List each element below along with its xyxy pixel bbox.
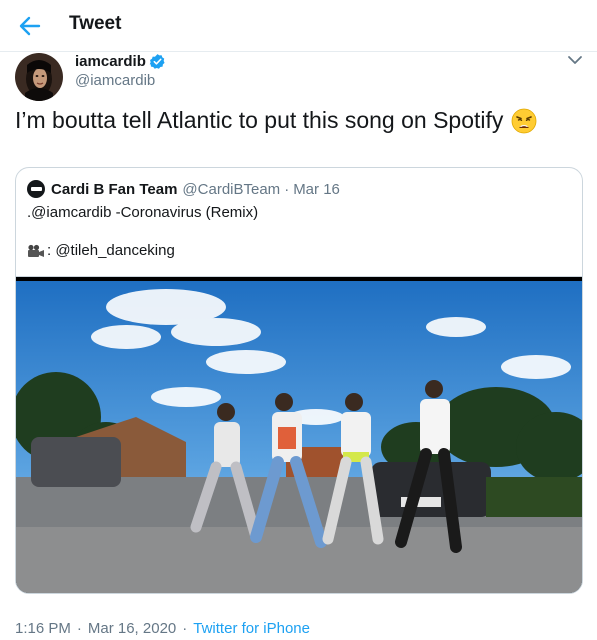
name-row: iamcardib — [75, 53, 166, 70]
tweet-date[interactable]: Mar 16, 2020 — [88, 620, 176, 637]
arrow-left-icon — [19, 16, 41, 36]
avatar[interactable] — [15, 53, 63, 101]
verified-badge-icon — [149, 54, 165, 69]
user-handle[interactable]: @iamcardib — [75, 72, 155, 89]
top-header: Tweet — [0, 0, 597, 52]
quoted-text-line1: .@iamcardib -Coronavirus (Remix) — [27, 204, 259, 221]
quoted-avatar[interactable] — [27, 180, 45, 198]
tweet-text: I’m boutta tell Atlantic to put this son… — [15, 107, 537, 134]
tweet-source-link[interactable]: Twitter for iPhone — [193, 620, 310, 637]
weary-face-icon — [511, 108, 537, 133]
page-title: Tweet — [69, 13, 122, 34]
display-name[interactable]: iamcardib — [75, 53, 146, 70]
tweet-meta: 1:16 PM · Mar 16, 2020 · Twitter for iPh… — [15, 620, 310, 637]
quoted-date[interactable]: Mar 16 — [293, 181, 340, 198]
separator-dot: · — [284, 180, 290, 198]
tweet-body: I’m boutta tell Atlantic to put this son… — [15, 107, 504, 133]
quoted-tweet-header: Cardi B Fan Team @CardiBTeam · Mar 16 — [27, 180, 340, 198]
quoted-text-line2: : @tileh_danceking — [27, 242, 175, 259]
separator-dot: · — [182, 620, 188, 637]
quoted-handle[interactable]: @CardiBTeam — [182, 181, 280, 198]
movie-camera-icon — [28, 244, 44, 257]
tweet-time[interactable]: 1:16 PM — [15, 620, 71, 637]
quoted-credit: : @tileh_danceking — [47, 242, 175, 259]
tweet-author: iamcardib @iamcardib — [0, 53, 597, 103]
video-thumbnail[interactable] — [16, 276, 582, 593]
quoted-tweet[interactable]: Cardi B Fan Team @CardiBTeam · Mar 16 .@… — [15, 167, 583, 594]
separator-dot: · — [76, 620, 82, 637]
back-button[interactable] — [14, 11, 46, 41]
quoted-display-name[interactable]: Cardi B Fan Team — [51, 181, 177, 198]
chevron-down-icon[interactable] — [566, 53, 584, 67]
